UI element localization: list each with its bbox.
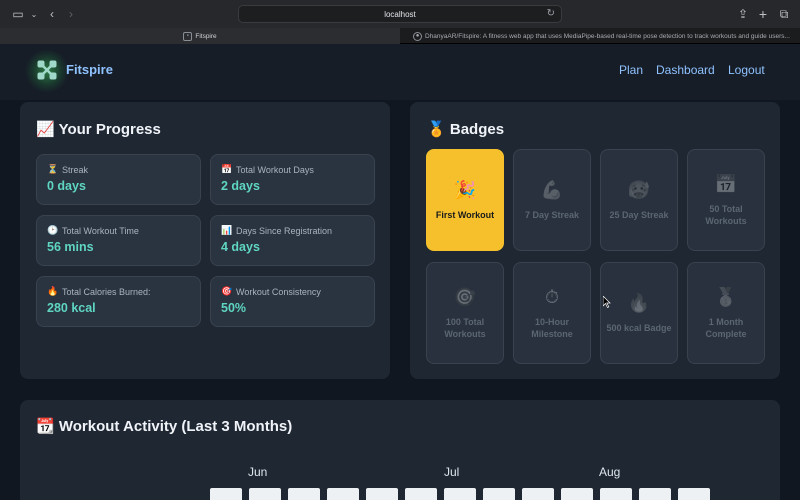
flexed-biceps-icon: 💪 (540, 179, 564, 200)
stat-value: 56 mins (47, 240, 94, 254)
activity-cell[interactable] (561, 488, 593, 500)
bar-chart-icon: 📊 (221, 225, 233, 235)
badge-label: 1 Month Complete (705, 316, 747, 339)
back-icon[interactable]: ‹ (44, 6, 60, 22)
new-tab-icon[interactable]: + (755, 6, 771, 22)
url-text: localhost (384, 9, 416, 19)
stat-value: 2 days (221, 179, 260, 193)
month-label-jul: Jul (444, 465, 460, 479)
badge-label: First Workout (435, 209, 495, 220)
tab-fitspire[interactable]: ▫ Fitspire (0, 28, 400, 44)
hot-face-icon: 🥵 (627, 179, 651, 200)
stat-value: 50% (221, 301, 247, 315)
stat-total-workout-days: 📅 Total Workout Days 2 days (210, 154, 375, 205)
brand-name[interactable]: Fitspire (66, 62, 113, 77)
activity-title: 📆 Workout Activity (Last 3 Months) (36, 417, 292, 435)
chevron-down-icon[interactable]: ⌄ (26, 6, 42, 22)
stat-label: Total Calories Burned: (62, 286, 151, 297)
badge-10-hour-milestone[interactable]: ⏱ 10-Hour Milestone (513, 262, 591, 364)
stat-streak: ⏳ Streak 0 days (36, 154, 201, 205)
month-label-jun: Jun (248, 465, 268, 479)
badge-100-total-workouts[interactable]: 🎯 100 Total Workouts (426, 262, 504, 364)
fire-icon: 🔥 (627, 292, 651, 313)
share-icon[interactable]: ⇪ (735, 6, 751, 22)
stat-calories-burned: 🔥 Total Calories Burned: 280 kcal (36, 276, 201, 327)
progress-title: 📈 Your Progress (36, 120, 161, 138)
badges-title: 🏅 Badges (427, 120, 504, 138)
badge-label: 100 Total Workouts (444, 316, 486, 339)
logo-icon[interactable] (37, 60, 57, 80)
activity-cell[interactable] (600, 488, 632, 500)
badge-7-day-streak[interactable]: 💪 7 Day Streak (513, 149, 591, 251)
tab-title: DhanyaAR/Fitspire: A fitness web app tha… (425, 32, 790, 40)
stat-label: Days Since Registration (236, 225, 333, 236)
stat-label: Streak (62, 164, 89, 175)
gold-medal-icon: 🥇 (714, 286, 738, 307)
activity-cell[interactable] (327, 488, 359, 500)
stat-label: Total Workout Days (236, 164, 314, 175)
tab-strip: ▫ Fitspire ● DhanyaAR/Fitspire: A fitnes… (0, 28, 800, 44)
stat-total-workout-time: 🕑 Total Workout Time 56 mins (36, 215, 201, 266)
activity-title-text: Workout Activity (Last 3 Months) (58, 418, 293, 435)
activity-cell[interactable] (678, 488, 710, 500)
activity-cell[interactable] (210, 488, 242, 500)
site-favicon-icon: ▫ (183, 31, 193, 41)
badge-50-total-workouts[interactable]: 📅 50 Total Workouts (687, 149, 765, 251)
github-icon: ● (413, 31, 422, 41)
badge-label: 10-Hour Milestone (531, 316, 573, 339)
stat-value: 280 kcal (47, 301, 96, 315)
activity-cell[interactable] (366, 488, 398, 500)
chart-increasing-icon: 📈 (36, 121, 55, 138)
fire-icon: 🔥 (47, 286, 59, 296)
stat-label: Workout Consistency (236, 286, 321, 297)
target-icon: 🎯 (221, 286, 233, 296)
tab-title: Fitspire (195, 32, 217, 40)
badge-label: 50 Total Workouts (705, 203, 747, 226)
nav-logout[interactable]: Logout (728, 63, 765, 77)
medal-icon: 🏅 (427, 121, 446, 138)
forward-icon: › (69, 7, 73, 21)
activity-card (20, 400, 780, 500)
tab-overview-icon[interactable]: ⧉ (776, 6, 792, 22)
address-bar[interactable]: localhost ↻ (238, 5, 562, 23)
stat-workout-consistency: 🎯 Workout Consistency 50% (210, 276, 375, 327)
spiral-calendar-icon: 📆 (36, 418, 55, 435)
reload-icon[interactable]: ↻ (547, 8, 555, 19)
browser-toolbar: ▭ ⌄ ‹ › localhost ↻ ⇪ + ⧉ (0, 0, 800, 28)
activity-cell[interactable] (639, 488, 671, 500)
progress-title-text: Your Progress (58, 121, 161, 138)
stopwatch-icon: ⏱ (544, 286, 560, 307)
badge-1-month-complete[interactable]: 🥇 1 Month Complete (687, 262, 765, 364)
badge-label: 500 kcal Badge (606, 322, 672, 333)
nav-plan[interactable]: Plan (619, 63, 643, 77)
calendar-icon: 📅 (221, 164, 233, 174)
activity-cell[interactable] (288, 488, 320, 500)
mouse-cursor-icon (603, 296, 611, 308)
activity-cell[interactable] (249, 488, 281, 500)
badge-first-workout[interactable]: 🎉 First Workout (426, 149, 504, 251)
badge-label: 25 Day Streak (609, 209, 669, 220)
clock-icon: 🕑 (47, 225, 59, 235)
nav-dashboard[interactable]: Dashboard (656, 63, 715, 77)
party-popper-icon: 🎉 (453, 179, 477, 200)
stat-days-since-registration: 📊 Days Since Registration 4 days (210, 215, 375, 266)
calendar-icon: 📅 (714, 173, 738, 194)
tab-github[interactable]: ● DhanyaAR/Fitspire: A fitness web app t… (401, 28, 800, 44)
activity-cell[interactable] (405, 488, 437, 500)
badge-label: 7 Day Streak (524, 209, 580, 220)
activity-cell[interactable] (522, 488, 554, 500)
month-label-aug: Aug (599, 465, 621, 479)
badges-title-text: Badges (449, 121, 505, 138)
badge-500-kcal[interactable]: 🔥 500 kcal Badge (600, 262, 678, 364)
stat-value: 0 days (47, 179, 86, 193)
stat-value: 4 days (221, 240, 260, 254)
hourglass-icon: ⏳ (47, 164, 59, 174)
activity-cell[interactable] (483, 488, 515, 500)
activity-cell[interactable] (444, 488, 476, 500)
target-icon: 🎯 (453, 286, 477, 307)
stat-label: Total Workout Time (62, 225, 139, 236)
badge-25-day-streak[interactable]: 🥵 25 Day Streak (600, 149, 678, 251)
sidebar-toggle-icon[interactable]: ▭ (10, 6, 26, 22)
